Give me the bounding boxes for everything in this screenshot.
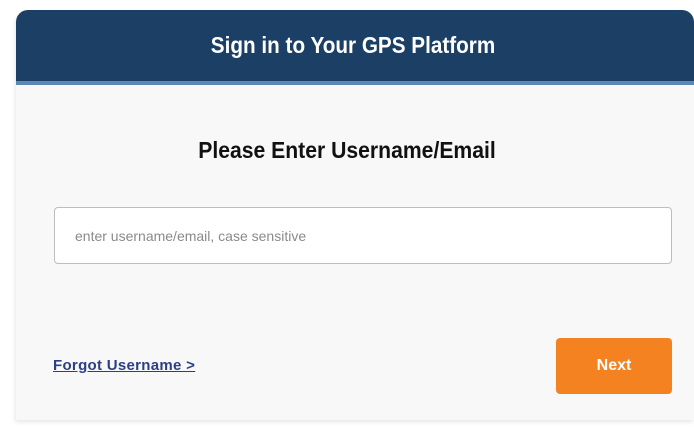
username-email-input[interactable]: [54, 207, 672, 264]
sign-in-card: Sign in to Your GPS Platform Please Ente…: [16, 10, 694, 420]
forgot-username-link[interactable]: Forgot Username >: [53, 357, 195, 374]
username-prompt-heading: Please Enter Username/Email: [198, 137, 496, 163]
card-header: Sign in to Your GPS Platform: [16, 10, 694, 85]
next-button[interactable]: Next: [556, 338, 672, 394]
page-title: Sign in to Your GPS Platform: [211, 32, 496, 58]
